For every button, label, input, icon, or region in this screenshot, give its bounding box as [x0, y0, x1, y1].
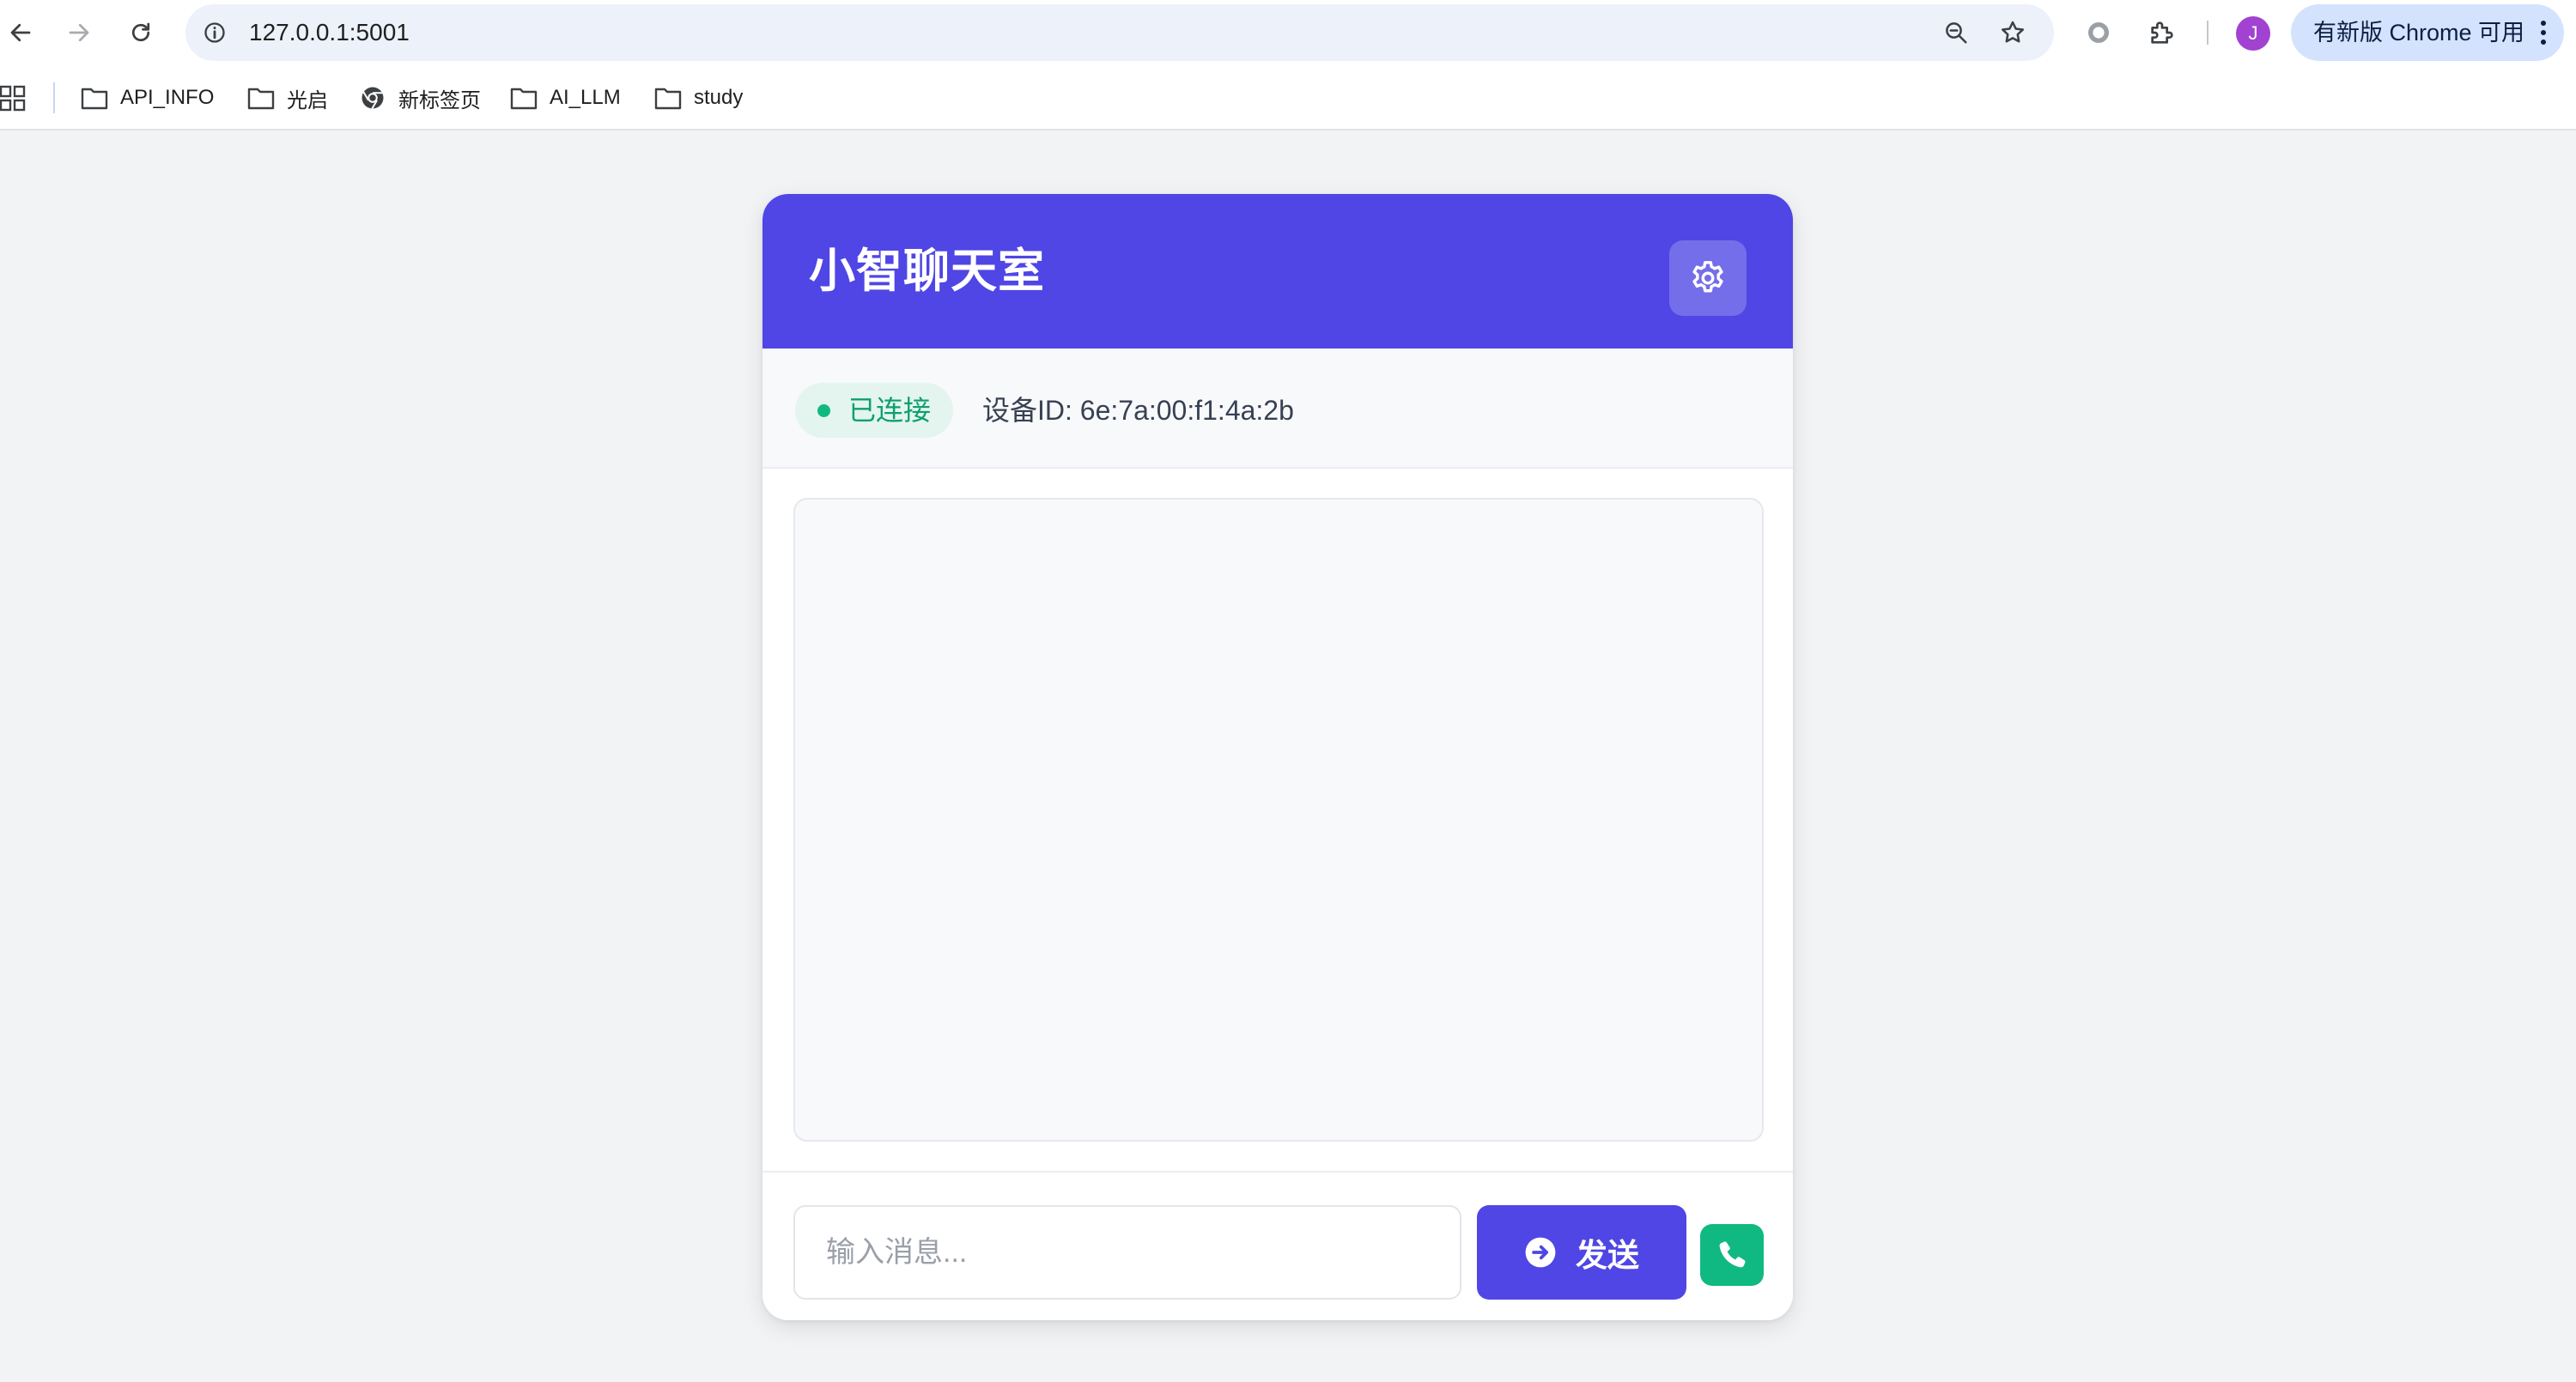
bookmark-study[interactable]: study: [654, 79, 743, 117]
status-badge: 已连接: [795, 383, 953, 438]
bookmark-label: 光启: [287, 88, 328, 112]
back-button[interactable]: [0, 12, 41, 53]
send-label: 发送: [1576, 1238, 1639, 1273]
send-button[interactable]: 发送: [1477, 1205, 1686, 1300]
chat-card: 小智聊天室 已连接 设备ID: 6e:7a:00:f1:4a:2b 发送: [762, 194, 1793, 1320]
url-text[interactable]: 127.0.0.1:5001: [249, 4, 410, 61]
kebab-menu-icon[interactable]: [2538, 19, 2549, 46]
folder-icon: [81, 84, 108, 112]
folder-icon: [654, 84, 682, 112]
bookmark-label: API_INFO: [120, 86, 215, 109]
chrome-update-button[interactable]: 有新版 Chrome 可用: [2291, 4, 2564, 61]
arrow-right-circle-icon: [1524, 1236, 1557, 1269]
composer: 发送: [762, 1171, 1793, 1320]
extension-record-icon[interactable]: [2078, 12, 2119, 53]
extensions-puzzle-icon[interactable]: [2142, 12, 2183, 53]
browser-toolbar: 127.0.0.1:5001 J 有新版 Chrome 可用: [0, 0, 2576, 65]
phone-icon: [1719, 1241, 1746, 1268]
chat-header: 小智聊天室: [762, 194, 1793, 349]
address-bar[interactable]: 127.0.0.1:5001: [185, 4, 2054, 61]
bookmark-label: AI_LLM: [550, 86, 621, 109]
apps-grid-icon[interactable]: [0, 84, 26, 112]
settings-button[interactable]: [1669, 240, 1747, 316]
folder-icon: [510, 84, 538, 112]
chrome-icon: [359, 84, 386, 112]
status-dot: [817, 404, 830, 417]
zoom-icon[interactable]: [1939, 15, 1973, 50]
bookmark-new-tab[interactable]: 新标签页: [359, 79, 481, 117]
folder-icon: [247, 84, 275, 112]
device-id: 设备ID: 6e:7a:00:f1:4a:2b: [982, 395, 1294, 426]
bookmark-api-info[interactable]: API_INFO: [81, 79, 214, 117]
forward-button[interactable]: [58, 12, 100, 53]
message-list[interactable]: [793, 498, 1764, 1142]
update-label: 有新版 Chrome 可用: [2313, 20, 2525, 45]
bookmark-label: 新标签页: [398, 88, 481, 112]
arrow-left-icon: [10, 23, 31, 42]
call-button[interactable]: [1700, 1224, 1764, 1286]
message-input[interactable]: [793, 1205, 1461, 1300]
status-label: 已连接: [848, 395, 932, 426]
reload-button[interactable]: [120, 12, 161, 53]
site-info-icon[interactable]: [201, 19, 228, 46]
bookmarks-bar: API_INFO 光启 新标签页 AI_LLM study: [0, 65, 2576, 130]
bookmarks-divider: [53, 82, 55, 113]
bookmark-ai-llm[interactable]: AI_LLM: [510, 79, 621, 117]
bookmark-label: study: [694, 86, 744, 109]
profile-avatar[interactable]: J: [2236, 16, 2270, 51]
page-title: 小智聊天室: [809, 245, 1045, 297]
arrow-right-icon: [69, 23, 89, 42]
bookmark-star-icon[interactable]: [1996, 15, 2030, 50]
connection-status-bar: 已连接 设备ID: 6e:7a:00:f1:4a:2b: [762, 349, 1793, 469]
gear-icon: [1692, 261, 1723, 293]
toolbar-divider: [2207, 21, 2208, 45]
bookmark-guangqi[interactable]: 光启: [247, 79, 328, 117]
reload-icon: [131, 22, 150, 42]
